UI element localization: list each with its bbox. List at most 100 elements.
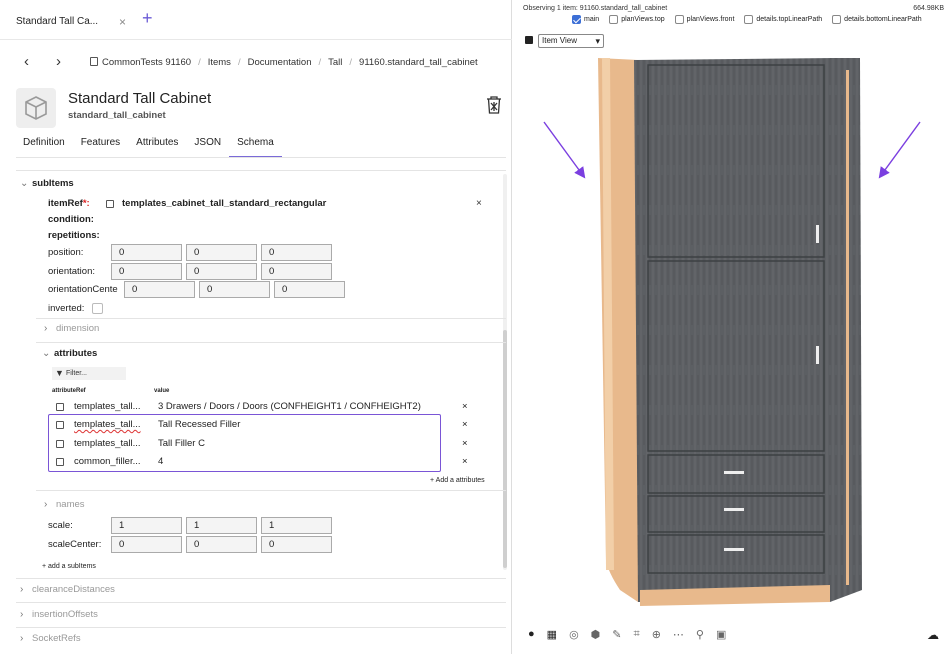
scale-center-x-input[interactable]: 0 [111,536,182,553]
compass-icon[interactable]: ◎ [569,628,579,641]
crop-icon[interactable]: ⌗ [634,628,640,641]
scale-y-input[interactable]: 1 [186,517,257,534]
view-checkbox-top[interactable]: planViews.top [609,15,665,24]
itemref-label: itemRef*: [48,198,90,209]
position-y-input[interactable]: 0 [186,244,257,261]
dots-icon[interactable]: ⋯ [673,628,684,641]
socket-toggle[interactable]: › SocketRefs [20,633,81,644]
breadcrumb-item-library[interactable]: CommonTests 91160 [90,57,191,68]
checkbox-checked-icon [572,15,581,24]
position-x-input[interactable]: 0 [111,244,182,261]
forward-icon[interactable]: › [56,53,61,70]
tab-bar: Standard Tall Ca... × + [0,0,512,40]
viewer-toolbar: ● ▦ ◎ ⬢ ✎ ⌗ ⊕ ⋯ ⚲ ▣ [528,628,726,641]
scale-z-input[interactable]: 1 [261,517,332,534]
view-checkbox-front[interactable]: planViews.front [674,15,734,24]
chevron-right-icon: › [44,323,48,334]
names-toggle[interactable]: › names [44,499,85,510]
filter-icon: ▼ [55,368,64,378]
position-z-input[interactable]: 0 [261,244,332,261]
remove-row-icon[interactable]: × [462,401,468,412]
breadcrumb-item-tall[interactable]: Tall [328,57,342,68]
brush-icon[interactable]: ✎ [612,628,621,641]
scale-x-input[interactable]: 1 [111,517,182,534]
tab-features[interactable]: Features [73,136,128,158]
document-tab[interactable]: Standard Tall Ca... × [8,6,132,36]
cabinet-3d-view[interactable] [520,50,947,620]
tab-json[interactable]: JSON [186,136,229,158]
breadcrumb-item-current: 91160.standard_tall_cabinet [359,57,478,68]
repetitions-label: repetitions: [48,230,100,241]
screenshot-icon[interactable]: ▣ [716,628,726,641]
subitems-toggle[interactable]: ⌄ subItems [20,178,74,189]
chevron-right-icon: › [20,633,24,644]
camera-icon[interactable] [525,36,533,44]
column-header-value: value [154,388,170,394]
add-subitem-button[interactable]: + add a subItems [42,563,96,570]
remove-row-icon[interactable]: × [462,456,468,467]
view-checkboxes: main planViews.top planViews.front detai… [572,15,922,24]
target-icon[interactable]: ⊕ [652,628,661,641]
box-icon[interactable]: ⬢ [591,628,601,641]
drawer-handle [724,548,744,551]
trash-icon[interactable] [486,96,502,117]
remove-row-icon[interactable]: × [462,438,468,449]
tab-schema[interactable]: Schema [229,136,282,158]
new-tab-button[interactable]: + [142,8,153,29]
orientation-center-x-input[interactable]: 0 [124,281,195,298]
item-header: Standard Tall Cabinet standard_tall_cabi… [16,86,506,130]
navigation-bar: ‹ › CommonTests 91160 / Items / Document… [0,50,512,76]
chevron-down-icon: ⌄ [20,178,29,189]
grid-icon[interactable]: ▦ [547,628,557,641]
inverted-checkbox[interactable] [92,303,103,314]
view-select[interactable]: Item View [538,34,604,48]
insertion-toggle[interactable]: › insertionOffsets [20,609,98,620]
tab-attributes[interactable]: Attributes [128,136,186,158]
external-link-icon[interactable] [56,403,64,411]
clearance-toggle[interactable]: › clearanceDistances [20,584,115,595]
orientation-y-input[interactable]: 0 [186,263,257,280]
breadcrumb-item-documentation[interactable]: Documentation [248,57,312,68]
view-checkbox-bottomlinear[interactable]: details.bottomLinearPath [832,15,922,24]
tab-definition[interactable]: Definition [16,136,73,158]
orientation-z-input[interactable]: 0 [261,263,332,280]
orientation-center-z-input[interactable]: 0 [274,281,345,298]
chevron-right-icon: › [20,609,24,620]
orientation-center-y-input[interactable]: 0 [199,281,270,298]
tab-title: Standard Tall Ca... [16,15,99,27]
document-icon [90,57,98,66]
orientation-center-label: orientationCente [48,284,118,295]
filter-input[interactable]: ▼ Filter... [52,367,126,380]
selection-highlight [48,414,441,472]
external-link-icon[interactable] [106,200,114,208]
scale-center-z-input[interactable]: 0 [261,536,332,553]
cube-icon [16,88,56,128]
view-checkbox-toplinear[interactable]: details.topLinearPath [744,15,822,24]
cabinet-front [634,58,834,602]
remove-subitem-icon[interactable]: × [476,198,482,209]
attributes-toggle[interactable]: ⌄ attributes [42,348,97,359]
remove-row-icon[interactable]: × [462,419,468,430]
annotation-arrow-left [543,121,586,179]
editor-pane: Standard Tall Ca... × + ‹ › CommonTests … [0,0,512,654]
view-checkbox-main[interactable]: main [572,15,599,24]
condition-label: condition: [48,214,94,225]
palette-icon[interactable]: ● [528,628,535,641]
drawer-handle [724,471,744,474]
dimension-toggle[interactable]: › dimension [44,323,99,334]
add-attribute-button[interactable]: + Add a attributes [430,477,485,484]
back-icon[interactable]: ‹ [24,53,29,70]
breadcrumb-item-items[interactable]: Items [208,57,231,68]
scale-label: scale: [48,520,73,531]
chevron-down-icon: ⌄ [42,348,51,359]
close-icon[interactable]: × [119,15,126,29]
scale-center-y-input[interactable]: 0 [186,536,257,553]
orientation-x-input[interactable]: 0 [111,263,182,280]
viewer-pane: Observing 1 item: 91160.standard_tall_ca… [520,0,947,654]
hierarchy-icon[interactable]: ⚲ [696,628,704,641]
breadcrumb: CommonTests 91160 / Items / Documentatio… [90,57,478,68]
itemref-value[interactable]: templates_cabinet_tall_standard_rectangu… [122,198,326,209]
page-subtitle: standard_tall_cabinet [68,110,166,121]
drawer-handle [724,508,744,511]
cloud-download-icon[interactable]: ☁ [927,628,939,642]
